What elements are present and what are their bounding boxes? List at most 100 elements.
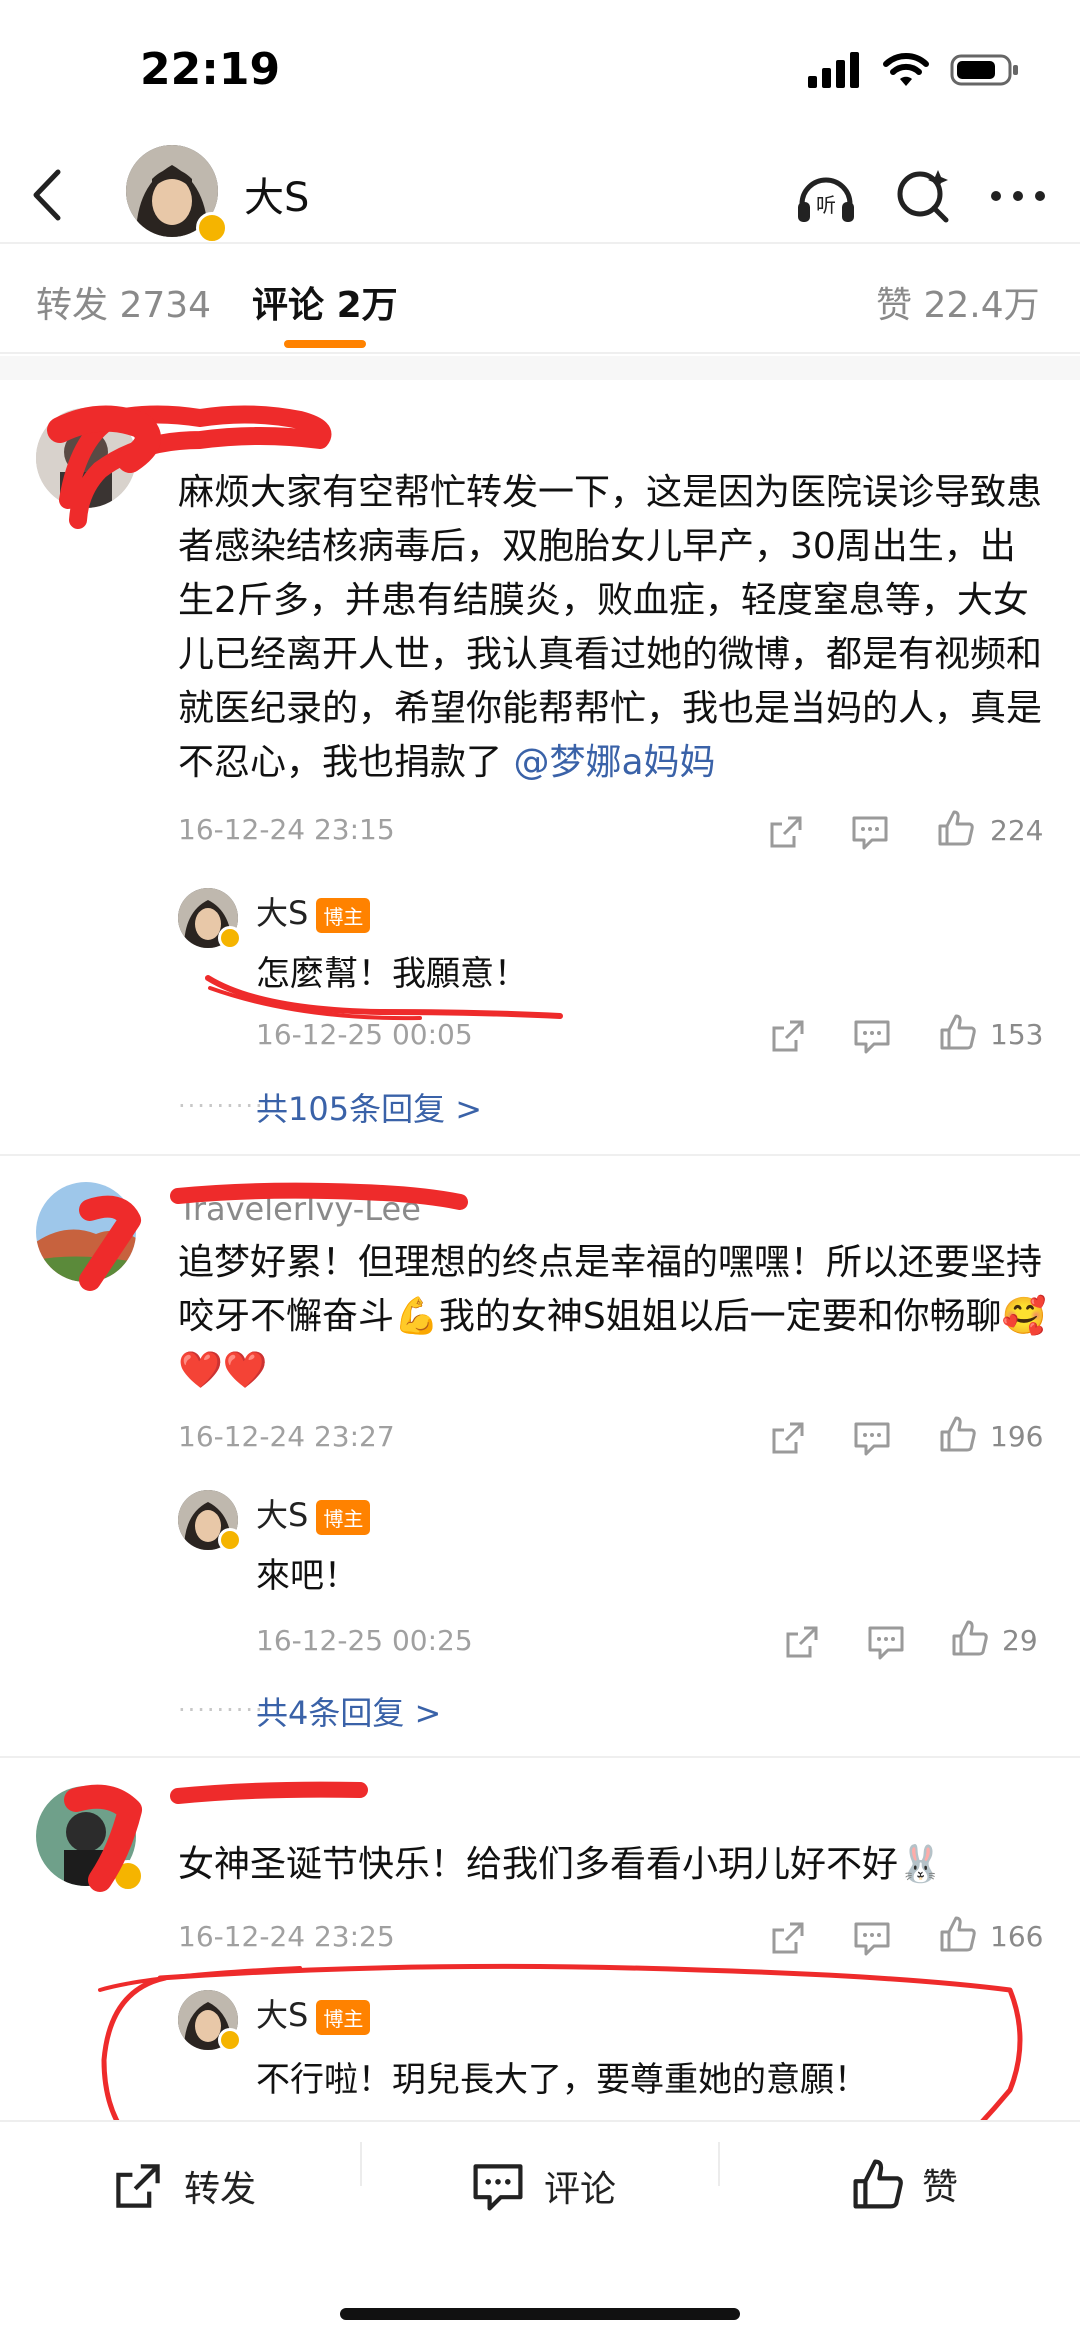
repost-button[interactable] bbox=[768, 1918, 808, 1958]
repost-button[interactable] bbox=[766, 812, 806, 852]
repost-button[interactable] bbox=[782, 1622, 822, 1662]
home-indicator[interactable] bbox=[340, 2308, 740, 2320]
reply-button[interactable] bbox=[852, 1418, 892, 1458]
tab-repost-label: 转发 bbox=[36, 285, 109, 326]
like-button[interactable] bbox=[938, 1414, 978, 1454]
bottom-action-bar: 转发 评论 赞 bbox=[0, 2120, 1080, 2272]
more-replies-link[interactable]: 共4条回复 > bbox=[256, 1688, 441, 1734]
tab-likes-count: 22.4万 bbox=[923, 285, 1040, 326]
reply-text: 來吧！ bbox=[256, 1556, 358, 1596]
like-count: 224 bbox=[990, 814, 1044, 847]
tab-comments[interactable]: 评论 2万 bbox=[252, 276, 398, 328]
like-button[interactable] bbox=[950, 1618, 990, 1658]
comment-icon bbox=[854, 1922, 890, 1956]
headphones-icon: 听 bbox=[798, 177, 854, 222]
verified-badge-icon bbox=[112, 1860, 144, 1892]
listen-button[interactable]: 听 bbox=[790, 160, 862, 232]
bottom-like-button[interactable]: 赞 bbox=[850, 2156, 958, 2212]
repost-button[interactable] bbox=[768, 1016, 808, 1056]
comment-divider bbox=[0, 1756, 1080, 1758]
share-icon bbox=[786, 1626, 818, 1658]
reply-button[interactable] bbox=[866, 1622, 906, 1662]
bottom-repost-button[interactable]: 转发 bbox=[110, 2158, 256, 2214]
comment-avatar[interactable] bbox=[36, 1182, 136, 1282]
blogger-badge: 博主 bbox=[316, 1999, 371, 2035]
comment-icon bbox=[852, 816, 888, 850]
comment-text: 女神圣诞节快乐！给我们多看看小玥儿好不好🐰 bbox=[178, 1844, 943, 1885]
like-count: 166 bbox=[990, 1920, 1044, 1953]
comment-avatar[interactable] bbox=[36, 408, 136, 508]
thumbs-up-icon bbox=[853, 2159, 903, 2209]
verified-badge-icon bbox=[196, 212, 228, 244]
like-button[interactable] bbox=[938, 1914, 978, 1954]
reply-author[interactable]: 大S 博主 bbox=[256, 888, 371, 934]
svg-text:听: 听 bbox=[816, 193, 836, 217]
bar-divider bbox=[718, 2142, 720, 2186]
comment-time: 16-12-24 23:27 bbox=[178, 1420, 395, 1453]
share-icon bbox=[772, 1422, 804, 1454]
tab-likes-label: 赞 bbox=[876, 285, 913, 326]
comment-icon bbox=[473, 2164, 523, 2211]
comment-text: 麻烦大家有空帮忙转发一下，这是因为医院误诊导致患者感染结核病毒后，双胞胎女儿早产… bbox=[178, 466, 1048, 790]
section-gap bbox=[0, 356, 1080, 380]
tab-repost[interactable]: 转发 2734 bbox=[36, 276, 211, 328]
reply-author[interactable]: 大S 博主 bbox=[256, 1490, 371, 1536]
thumbs-up-icon bbox=[940, 1014, 976, 1050]
header-divider bbox=[0, 242, 1080, 244]
profile-name[interactable]: 大S bbox=[244, 165, 309, 223]
tab-comments-label: 评论 bbox=[252, 285, 325, 326]
blogger-badge: 博主 bbox=[316, 1499, 371, 1535]
reply-author-name: 大S bbox=[256, 1996, 309, 2034]
reply-button[interactable] bbox=[850, 812, 890, 852]
thumbs-up-icon bbox=[938, 810, 974, 846]
like-button[interactable] bbox=[938, 1012, 978, 1052]
repost-button[interactable] bbox=[768, 1418, 808, 1458]
more-replies-link[interactable]: 共105条回复 > bbox=[256, 1084, 482, 1130]
bottom-repost-label: 转发 bbox=[184, 2169, 257, 2210]
like-button[interactable] bbox=[936, 808, 976, 848]
share-icon bbox=[772, 1922, 804, 1954]
comment-divider bbox=[0, 1154, 1080, 1156]
share-icon bbox=[116, 2164, 160, 2208]
tab-repost-count: 2734 bbox=[119, 285, 212, 326]
reply-button[interactable] bbox=[852, 1918, 892, 1958]
bottom-comment-button[interactable]: 评论 bbox=[470, 2158, 616, 2214]
like-count: 29 bbox=[1002, 1624, 1038, 1657]
comment-time: 16-12-24 23:25 bbox=[178, 1920, 395, 1953]
more-button[interactable] bbox=[982, 160, 1054, 232]
tabs-divider bbox=[0, 352, 1080, 354]
tab-comments-count: 2万 bbox=[336, 285, 398, 326]
bottom-comment-label: 评论 bbox=[544, 2169, 617, 2210]
blogger-badge: 博主 bbox=[316, 897, 371, 933]
comment-username[interactable]: TravelerIvy-Lee bbox=[178, 1190, 421, 1228]
reply-time: 16-12-25 00:25 bbox=[256, 1624, 473, 1657]
like-count: 196 bbox=[990, 1420, 1044, 1453]
reply-author[interactable]: 大S 博主 bbox=[256, 1990, 371, 2036]
comment-time: 16-12-24 23:15 bbox=[178, 813, 395, 846]
back-button[interactable] bbox=[22, 160, 72, 230]
tab-likes[interactable]: 赞 22.4万 bbox=[876, 276, 1040, 328]
reply-text: 不行啦！玥兒長大了，要尊重她的意願！ bbox=[256, 2060, 868, 2100]
more-icon bbox=[991, 191, 1045, 201]
battery-icon bbox=[950, 54, 1018, 86]
reply-author-name: 大S bbox=[256, 1496, 309, 1534]
share-icon bbox=[770, 816, 802, 848]
search-button[interactable] bbox=[888, 160, 960, 232]
bottom-like-label: 赞 bbox=[922, 2167, 959, 2208]
thumbs-up-icon bbox=[940, 1416, 976, 1452]
mention-link[interactable]: @梦娜a妈妈 bbox=[513, 742, 715, 783]
bar-divider bbox=[360, 2142, 362, 2186]
status-icons bbox=[806, 50, 1020, 90]
active-tab-indicator bbox=[284, 340, 366, 348]
chevron-left-icon bbox=[33, 169, 61, 221]
comment-text: 追梦好累！但理想的终点是幸福的嘿嘿！所以还要坚持咬牙不懈奋斗💪我的女神S姐姐以后… bbox=[178, 1242, 1047, 1391]
comment-icon bbox=[868, 1626, 904, 1660]
comment-icon bbox=[854, 1422, 890, 1456]
status-time: 22:19 bbox=[140, 44, 281, 95]
dotted-separator: ········· bbox=[178, 1696, 265, 1724]
reply-button[interactable] bbox=[852, 1016, 892, 1056]
thumbs-up-icon bbox=[952, 1620, 988, 1656]
comment-icon bbox=[854, 1020, 890, 1054]
thumbs-up-icon bbox=[940, 1916, 976, 1952]
share-icon bbox=[772, 1020, 804, 1052]
